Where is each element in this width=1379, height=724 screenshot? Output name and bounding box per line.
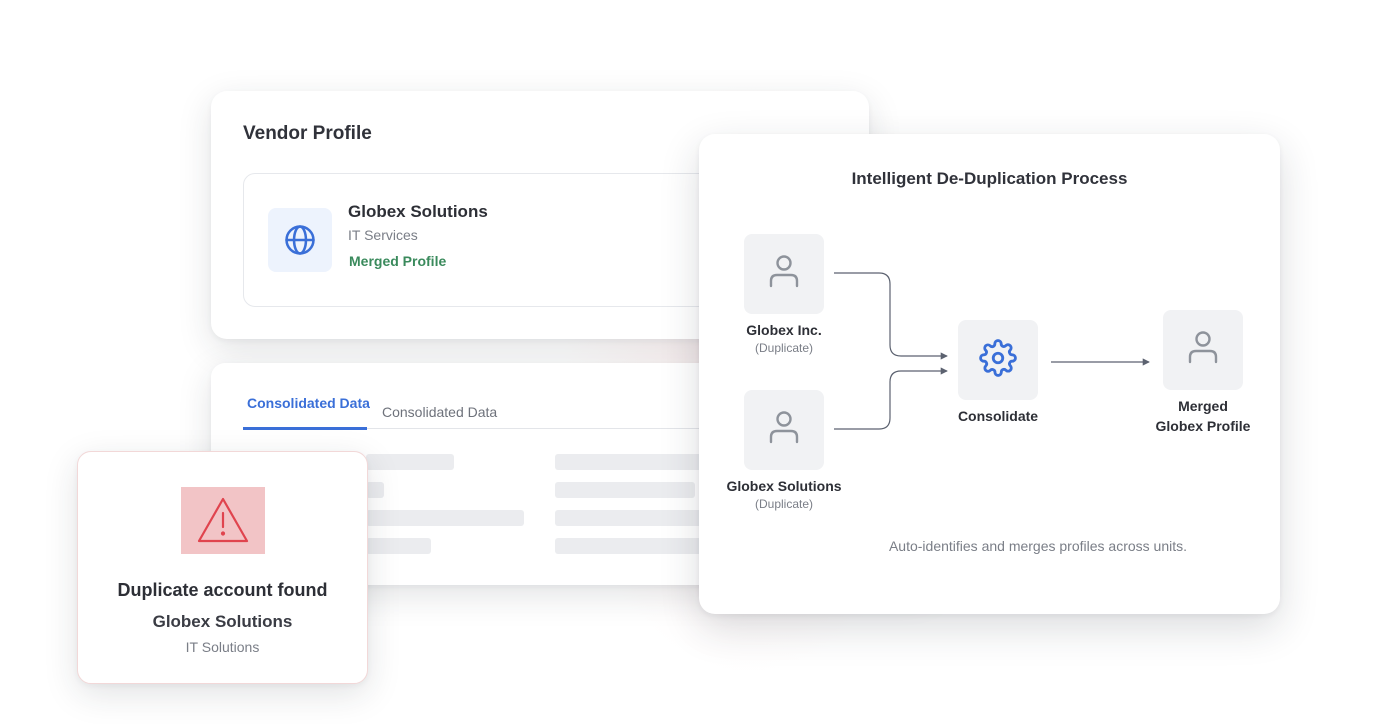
process-footer-text: Auto-identifies and merges profiles acro…	[888, 538, 1188, 554]
skeleton-line	[366, 482, 384, 498]
merged-status-label: Merged Profile	[349, 253, 447, 269]
alert-category: IT Solutions	[185, 639, 260, 655]
user-icon	[767, 408, 801, 453]
vendor-category: IT Services	[348, 227, 418, 243]
alert-company-name: Globex Solutions	[152, 612, 293, 631]
tab-consolidated-data-active[interactable]: Consolidated Data	[247, 395, 370, 411]
skeleton-line	[555, 510, 705, 526]
node-label-consolidate: Consolidate	[957, 408, 1039, 424]
skeleton-line	[366, 510, 524, 526]
duplicate-node-globex-solutions[interactable]	[744, 390, 824, 470]
user-icon	[767, 252, 801, 297]
skeleton-line	[555, 454, 705, 470]
warning-icon	[181, 487, 265, 554]
skeleton-line	[366, 538, 431, 554]
skeleton-line	[555, 538, 705, 554]
deduplication-process-card: Intelligent De-Duplication Process Globe…	[699, 134, 1280, 614]
duplicate-node-globex-inc[interactable]	[744, 234, 824, 314]
skeleton-line	[555, 482, 695, 498]
merged-profile-node[interactable]	[1163, 310, 1243, 390]
gear-icon	[979, 338, 1017, 382]
node-sub-globex-solutions: (Duplicate)	[754, 497, 814, 511]
node-sub-globex-inc: (Duplicate)	[754, 341, 814, 355]
node-label-merged-profile: Globex Profile	[1155, 418, 1251, 434]
skeleton-line	[366, 454, 454, 470]
vendor-profile-title: Vendor Profile	[243, 123, 372, 144]
user-icon	[1186, 328, 1220, 373]
tab-consolidated-data[interactable]: Consolidated Data	[382, 404, 497, 420]
alert-title: Duplicate account found	[117, 580, 328, 600]
vendor-company-name: Globex Solutions	[348, 202, 488, 221]
active-tab-indicator	[243, 427, 367, 430]
duplicate-alert-card: Duplicate account found Globex Solutions…	[77, 451, 368, 684]
globe-icon	[268, 208, 332, 272]
node-label-globex-solutions: Globex Solutions	[726, 478, 842, 494]
consolidate-node[interactable]	[958, 320, 1038, 400]
node-label-globex-inc: Globex Inc.	[746, 322, 822, 338]
vendor-summary-box[interactable]: Globex Solutions IT Services Merged Prof…	[243, 173, 765, 307]
node-label-merged: Merged	[1178, 398, 1228, 414]
